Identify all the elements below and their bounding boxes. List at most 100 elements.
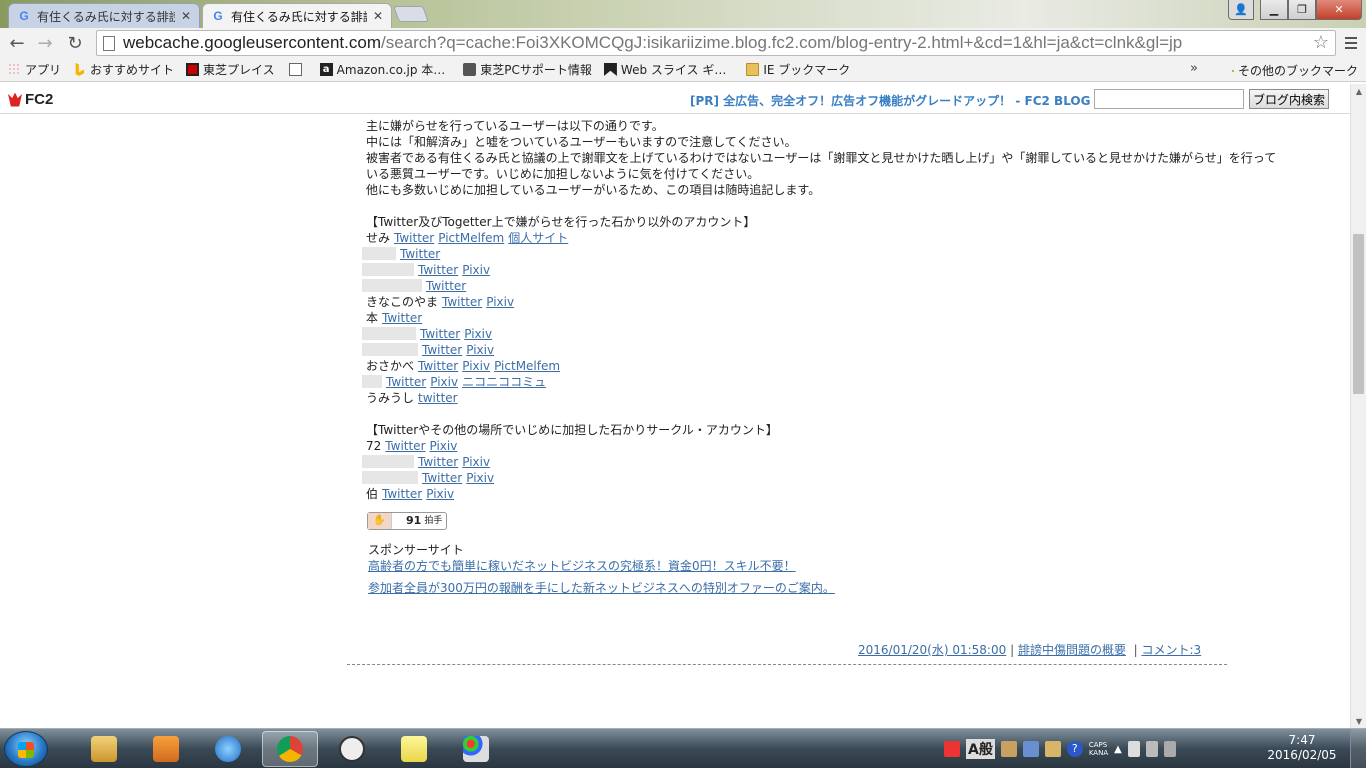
ime-tool-icon[interactable] [1022,741,1039,757]
scroll-down-icon[interactable]: ▼ [1351,714,1366,728]
reload-icon[interactable]: ↻ [64,32,86,54]
account-link[interactable]: Pixiv [486,295,514,309]
tray-overflow-icon[interactable]: ▲ [1114,744,1122,755]
page-scrollbar[interactable]: ▲ ▼ [1350,84,1366,728]
entry-comments-link[interactable]: コメント:3 [1141,643,1201,657]
taskbar-clock-app[interactable] [324,731,380,767]
sponsor-link[interactable]: 参加者全員が300万円の報酬を手にした新ネットビジネスへの特別オファーのご案内。 [368,580,1220,596]
forward-arrow-icon[interactable]: → [34,32,56,54]
account-link[interactable]: Pixiv [430,439,458,453]
other-bookmarks[interactable]: その他のブックマーク [1231,62,1358,79]
address-bar[interactable]: webcache.googleusercontent.com/search?q=… [96,30,1336,56]
account-link[interactable]: Twitter [442,295,482,309]
internet-explorer-icon [215,736,241,762]
account-link[interactable]: PictMelfem [494,359,560,373]
bookmark-toshiba-place[interactable]: 東芝プレイス [186,61,275,78]
account-link[interactable]: PictMelfem [438,231,504,245]
footer-separator: | [1133,643,1138,657]
bookmark-star-icon[interactable]: ☆ [1313,32,1329,53]
redacted-name [362,455,414,468]
ime-mode-indicator[interactable]: A般 [966,739,995,759]
back-arrow-icon[interactable]: ← [6,32,28,54]
account-link[interactable]: Pixiv [464,327,492,341]
help-icon[interactable]: ? [1066,741,1083,757]
taskbar-paint[interactable] [448,731,504,767]
account-link[interactable]: Twitter [382,487,422,501]
account-link[interactable]: ニコニココミュ [462,375,546,389]
account-link[interactable]: Twitter [385,439,425,453]
taskbar-notes[interactable] [386,731,442,767]
url-host: webcache.googleusercontent.com [123,33,381,52]
bookmark-page[interactable] [288,63,306,76]
scroll-thumb[interactable] [1353,234,1364,394]
redacted-name [362,327,416,340]
entry-date-link[interactable]: 2016/01/20(水) 01:58:00 [858,643,1006,657]
bookmark-amazon[interactable]: a Amazon.co.jp 本… [319,61,445,78]
bookmark-recommended[interactable]: おすすめサイト [73,61,174,78]
network-icon[interactable] [1145,741,1158,757]
account-link[interactable]: Pixiv [462,455,490,469]
fc2-promo-link[interactable]: [PR] 全広告、完全オフ！広告オフ機能がグレードアップ！ - FC2 BLOG… [690,92,1118,109]
account-row: Twitter Pixiv [360,470,1220,486]
minimize-button[interactable]: ▁ [1260,0,1288,20]
bookmark-toshiba-pc-support[interactable]: 東芝PCサポート情報 [463,61,592,78]
bookmark-apps[interactable]: アプリ [8,61,61,78]
ime-pad-icon[interactable] [1044,741,1061,757]
account-link[interactable]: Twitter [386,375,426,389]
account-link[interactable]: Twitter [422,471,462,485]
account-link[interactable]: Twitter [426,279,466,293]
taskbar-media-player[interactable] [138,731,194,767]
account-row: うみうし twitter [360,390,1220,406]
account-link[interactable]: Twitter [418,455,458,469]
account-link[interactable]: 個人サイト [508,231,568,245]
account-link[interactable]: Twitter [418,359,458,373]
battery-icon[interactable] [1127,741,1140,757]
entry-category-link[interactable]: 誹謗中傷問題の概要 [1018,643,1126,657]
tab-active[interactable]: G 有住くるみ氏に対する誹謗 ✕ [202,3,392,28]
account-row: Twitter Pixiv [360,326,1220,342]
account-link[interactable]: Pixiv [462,359,490,373]
volume-icon[interactable] [1163,741,1176,757]
account-link[interactable]: Pixiv [426,487,454,501]
user-icon[interactable]: 👤 [1228,0,1254,20]
sponsor-link[interactable]: 高齢者の方でも簡単に稼いだネットビジネスの究極系！資金0円！スキル不要！ [368,558,1220,574]
taskbar-chrome[interactable] [262,731,318,767]
bookmarks-overflow-button[interactable]: » [1190,61,1198,76]
account-link[interactable]: Twitter [394,231,434,245]
fc2-logo[interactable]: FC2 [8,91,53,108]
account-link[interactable]: twitter [418,391,458,405]
taskbar-clock[interactable]: 7:47 2016/02/05 [1262,733,1342,763]
close-tab-icon[interactable]: ✕ [373,9,383,23]
taskbar-ie[interactable] [200,731,256,767]
menu-icon[interactable] [1342,34,1360,52]
account-row: きなこのやま Twitter Pixiv [360,294,1220,310]
new-tab-button[interactable] [393,6,429,22]
security-icon[interactable] [944,741,960,757]
account-link[interactable]: Pixiv [466,471,494,485]
bookmark-web-slice[interactable]: Web スライス ギ… [603,61,726,78]
toshiba-icon [186,63,200,76]
blog-search-button[interactable]: ブログ内検索 [1249,89,1329,109]
close-tab-icon[interactable]: ✕ [181,9,191,23]
scroll-up-icon[interactable]: ▲ [1351,84,1366,98]
account-link[interactable]: Twitter [382,311,422,325]
taskbar-explorer[interactable] [76,731,132,767]
account-link[interactable]: Pixiv [430,375,458,389]
ime-dictionary-icon[interactable] [1000,741,1017,757]
close-window-button[interactable]: ✕ [1316,0,1362,20]
start-button[interactable] [4,731,48,767]
maximize-button[interactable]: ❐ [1288,0,1316,20]
bookmark-ie-folder[interactable]: IE ブックマーク [746,61,850,78]
clap-button[interactable]: ✋ 91 拍手 [367,512,447,530]
tab-inactive[interactable]: G 有住くるみ氏に対する誹謗 ✕ [8,3,200,28]
blog-search-input[interactable] [1094,89,1244,109]
account-link[interactable]: Pixiv [462,263,490,277]
account-link[interactable]: Twitter [400,247,440,261]
account-link[interactable]: Twitter [422,343,462,357]
clock-icon [339,736,365,762]
account-link[interactable]: Twitter [418,263,458,277]
account-link[interactable]: Twitter [420,327,460,341]
show-desktop-button[interactable] [1350,729,1366,768]
account-link[interactable]: Pixiv [466,343,494,357]
entry-divider [347,664,1227,665]
